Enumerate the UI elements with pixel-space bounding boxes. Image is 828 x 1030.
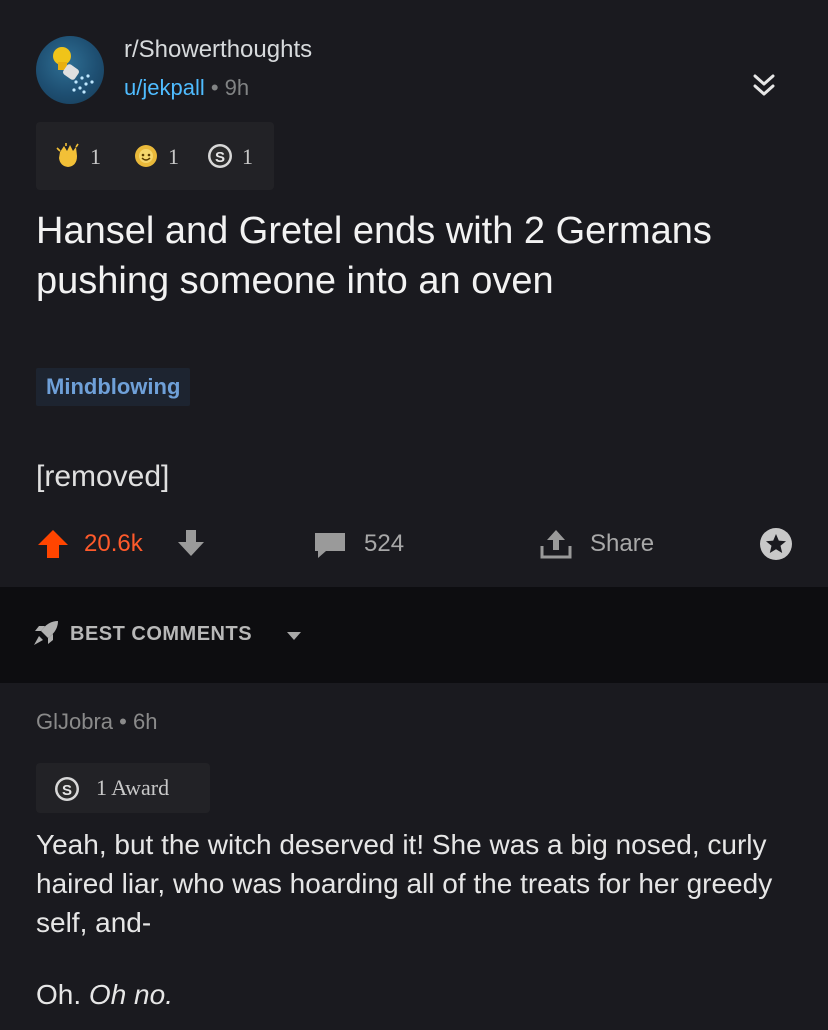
comment-card: GlJobra • 6h S 1 Award Yeah, but the wit… (0, 683, 828, 1030)
post-age: 9h (224, 75, 250, 100)
post-author[interactable]: u/jekpall (124, 75, 205, 100)
comment-awards[interactable]: S 1 Award (36, 763, 210, 813)
subreddit-avatar[interactable] (36, 36, 104, 104)
comment-sort-bar[interactable]: BEST COMMENTS (0, 587, 828, 683)
rocket-icon (34, 621, 58, 645)
comment-reply-line: Oh. Oh no. (36, 979, 173, 1011)
svg-text:S: S (62, 782, 72, 799)
award-count: 1 (242, 144, 253, 169)
showerhead-icon (53, 47, 94, 94)
silver-award-icon: S (208, 144, 232, 168)
post-awards[interactable]: 1 1 S 1 (36, 122, 274, 190)
comment-body: Yeah, but the witch deserved it! She was… (36, 829, 773, 938)
sort-label[interactable]: BEST COMMENTS (70, 623, 252, 646)
svg-text:S: S (215, 149, 225, 166)
comment-author[interactable]: GlJobra (36, 709, 113, 734)
share-button[interactable]: Share (590, 530, 654, 558)
upvote-arrow-icon[interactable] (36, 528, 70, 560)
share-icon[interactable] (538, 528, 574, 560)
comment-count[interactable]: 524 (364, 530, 404, 558)
comment-bubble-icon[interactable] (312, 530, 348, 560)
post-flair[interactable]: Mindblowing (36, 368, 191, 406)
post-meta: u/jekpall • 9h (124, 75, 249, 101)
wholesome-award-icon (135, 145, 157, 167)
post-card: r/Showerthoughts u/jekpall • 9h 1 1 S 1 … (0, 0, 828, 587)
silver-award-icon: S (55, 777, 79, 801)
subreddit-name[interactable]: r/Showerthoughts (124, 36, 312, 64)
downvote-arrow-icon[interactable] (176, 528, 206, 558)
vote-score: 20.6k (84, 530, 143, 557)
post-action-bar: 20.6k 524 Share (0, 516, 828, 572)
award-count: 1 (168, 144, 179, 169)
award-label: 1 Award (96, 775, 170, 800)
chevron-down-icon[interactable] (286, 631, 302, 641)
comment-age: 6h (133, 709, 158, 734)
post-title[interactable]: Hansel and Gretel ends with 2 Germans pu… (36, 206, 776, 306)
reply-italic: Oh no. (88, 979, 173, 1010)
meta-separator: • (119, 709, 127, 734)
save-star-icon[interactable] (758, 526, 794, 562)
reply-plain: Oh. (36, 979, 82, 1010)
post-body: [removed] (36, 460, 170, 493)
collapse-chevron-icon[interactable] (748, 70, 780, 102)
comment-meta: GlJobra • 6h (36, 709, 157, 735)
clapping-hands-award-icon (56, 143, 79, 167)
award-count: 1 (90, 144, 101, 169)
meta-separator: • (210, 75, 219, 100)
